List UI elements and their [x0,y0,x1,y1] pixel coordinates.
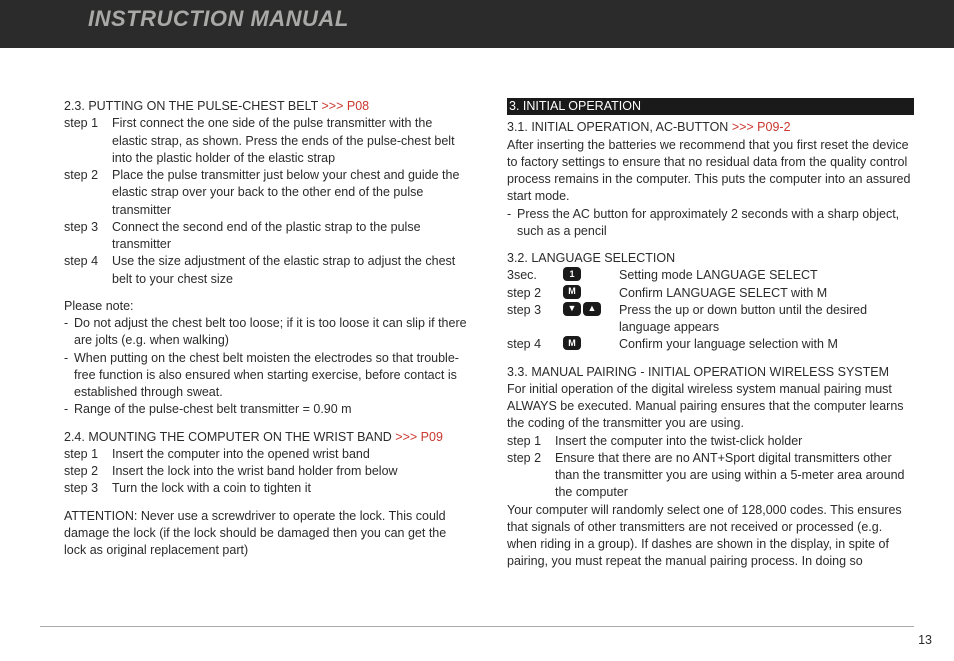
page-content: 2.3. PUTTING ON THE PULSE-CHEST BELT >>>… [0,48,954,581]
button-1-icon: 1 [563,267,581,281]
note-row: - Do not adjust the chest belt too loose… [64,315,471,350]
step-label: step 3 [507,302,563,337]
note-row: - Range of the pulse-chest belt transmit… [64,401,471,418]
section-heading: 3.2. LANGUAGE SELECTION [507,250,914,267]
heading-text: 3.1. INITIAL OPERATION, AC-BUTTON [507,120,732,134]
step-row: step 1 Insert the computer into the twis… [507,433,914,450]
step-label: step 2 [507,450,555,502]
paragraph: For initial operation of the digital wir… [507,381,914,433]
step-label: step 1 [64,115,112,167]
step-row: step 1 Insert the computer into the open… [64,446,471,463]
button-up-icon: ▲ [583,302,601,316]
step-label: step 3 [64,219,112,254]
paragraph: After inserting the batteries we recomme… [507,137,914,206]
step-text: Ensure that there are no ANT+Sport digit… [555,450,914,502]
button-m-icon: M [563,336,581,350]
note-row: - Press the AC button for approximately … [507,206,914,241]
step-row: step 2 Insert the lock into the wrist ba… [64,463,471,480]
paragraph: Your computer will randomly select one o… [507,502,914,571]
bullet-dash: - [64,401,74,418]
step-row: step 3 Turn the lock with a coin to tigh… [64,480,471,497]
step-text: Turn the lock with a coin to tighten it [112,480,471,497]
footer-rule [40,626,914,627]
icon-col: M [563,285,619,302]
step-text: Connect the second end of the plastic st… [112,219,471,254]
step-row: step 2 Place the pulse transmitter just … [64,167,471,219]
button-down-icon: ▼ [563,302,581,316]
icon-col: M [563,336,619,353]
note-text: When putting on the chest belt moisten t… [74,350,471,402]
note-text: Do not adjust the chest belt too loose; … [74,315,471,350]
header-bar: INSTRUCTION MANUAL [0,0,954,48]
step-label: step 2 [507,285,563,302]
note-block: Please note: - Do not adjust the chest b… [64,298,471,419]
step-label: step 3 [64,480,112,497]
step-text: Use the size adjustment of the elastic s… [112,253,471,288]
step-label: step 4 [64,253,112,288]
step-row: step 2 Ensure that there are no ANT+Spor… [507,450,914,502]
section-3-2: 3.2. LANGUAGE SELECTION 3sec. 1 Setting … [507,250,914,354]
section-heading: 2.3. PUTTING ON THE PULSE-CHEST BELT >>>… [64,98,471,115]
icon-col: 1 [563,267,619,284]
left-column: 2.3. PUTTING ON THE PULSE-CHEST BELT >>>… [64,98,471,581]
section-2-3: 2.3. PUTTING ON THE PULSE-CHEST BELT >>>… [64,98,471,288]
bullet-dash: - [64,350,74,402]
step-row: step 1 First connect the one side of the… [64,115,471,167]
note-text: Range of the pulse-chest belt transmitte… [74,401,471,418]
step-row: step 4 Use the size adjustment of the el… [64,253,471,288]
icon-step-row: step 4 M Confirm your language selection… [507,336,914,353]
section-3-1: 3.1. INITIAL OPERATION, AC-BUTTON >>> P0… [507,119,914,240]
section-bar: 3. INITIAL OPERATION [507,98,914,115]
note-label: Please note: [64,298,471,315]
heading-text: 2.4. MOUNTING THE COMPUTER ON THE WRIST … [64,430,395,444]
button-m-icon: M [563,285,581,299]
icon-step-row: step 2 M Confirm LANGUAGE SELECT with M [507,285,914,302]
icon-step-row: 3sec. 1 Setting mode LANGUAGE SELECT [507,267,914,284]
page-ref: >>> P08 [321,99,369,113]
heading-text: 2.3. PUTTING ON THE PULSE-CHEST BELT [64,99,321,113]
step-text: Insert the computer into the opened wris… [112,446,471,463]
attention-text: ATTENTION: Never use a screwdriver to op… [64,508,471,560]
step-text: Press the up or down button until the de… [619,302,914,337]
step-text: Insert the computer into the twist-click… [555,433,914,450]
page-number: 13 [918,633,932,647]
step-label: step 4 [507,336,563,353]
step-label: 3sec. [507,267,563,284]
step-label: step 1 [507,433,555,450]
page-ref: >>> P09 [395,430,443,444]
icon-col: ▼ ▲ [563,302,619,337]
section-2-4: 2.4. MOUNTING THE COMPUTER ON THE WRIST … [64,429,471,498]
step-label: step 1 [64,446,112,463]
step-text: Confirm LANGUAGE SELECT with M [619,285,914,302]
page-ref: >>> P09-2 [732,120,791,134]
step-text: Insert the lock into the wrist band hold… [112,463,471,480]
right-column: 3. INITIAL OPERATION 3.1. INITIAL OPERAT… [507,98,914,581]
bullet-dash: - [64,315,74,350]
step-label: step 2 [64,463,112,480]
bullet-dash: - [507,206,517,241]
step-text: Setting mode LANGUAGE SELECT [619,267,914,284]
page-title: INSTRUCTION MANUAL [88,6,349,32]
step-text: First connect the one side of the pulse … [112,115,471,167]
step-text: Confirm your language selection with M [619,336,914,353]
step-text: Place the pulse transmitter just below y… [112,167,471,219]
section-heading: 2.4. MOUNTING THE COMPUTER ON THE WRIST … [64,429,471,446]
section-3-3: 3.3. MANUAL PAIRING - INITIAL OPERATION … [507,364,914,571]
section-heading: 3.1. INITIAL OPERATION, AC-BUTTON >>> P0… [507,119,914,136]
icon-step-row: step 3 ▼ ▲ Press the up or down button u… [507,302,914,337]
section-heading: 3.3. MANUAL PAIRING - INITIAL OPERATION … [507,364,914,381]
note-row: - When putting on the chest belt moisten… [64,350,471,402]
step-label: step 2 [64,167,112,219]
step-row: step 3 Connect the second end of the pla… [64,219,471,254]
note-text: Press the AC button for approximately 2 … [517,206,914,241]
